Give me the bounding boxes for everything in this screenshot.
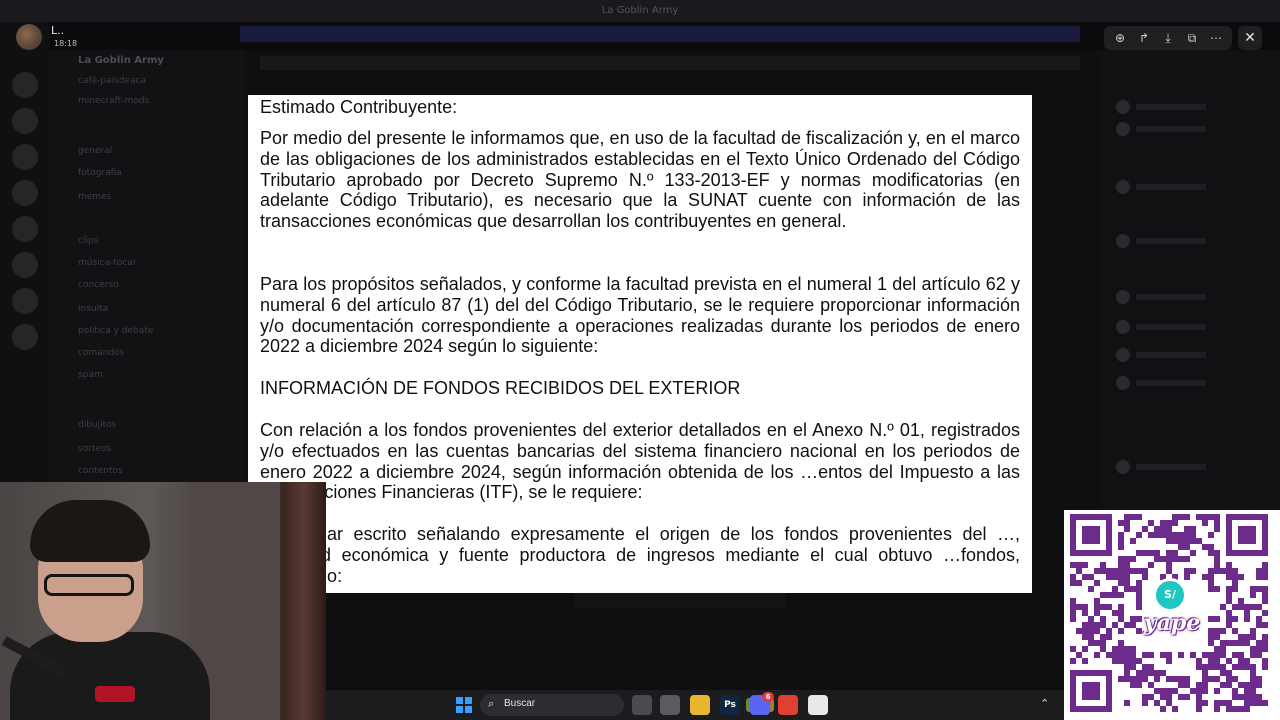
discord-icon[interactable]: 6 (750, 692, 774, 715)
server-icon[interactable] (12, 216, 38, 242)
document-paragraph: …orcionar escrito señalando expresamente… (260, 524, 1020, 586)
server-icon[interactable] (12, 72, 38, 98)
photoshop-icon[interactable]: Ps (720, 695, 740, 715)
channel-item[interactable]: memes (78, 192, 111, 206)
member-item[interactable] (1116, 456, 1236, 474)
document-image[interactable]: Estimado Contribuyente: Por medio del pr… (248, 95, 1032, 593)
server-icon[interactable] (12, 180, 38, 206)
image-viewer-header: L.. 18:18 ⊕ ↱ ⤓ ⧉ ⋯ ✕ (0, 20, 1280, 56)
channel-item[interactable]: comandos (78, 348, 124, 362)
server-name[interactable]: La Goblin Army (78, 55, 164, 66)
member-item[interactable] (1116, 176, 1236, 194)
document-heading: INFORMACIÓN DE FONDOS RECIBIDOS DEL EXTE… (260, 378, 741, 398)
taskbar: ⌕ Buscar Ps 6 ⌃ (326, 690, 1066, 720)
channel-item[interactable]: general (78, 146, 112, 160)
server-list[interactable] (0, 22, 50, 492)
yape-currency-badge: S/ (1153, 578, 1187, 612)
microphone (95, 686, 135, 702)
channel-item[interactable]: contentos (78, 466, 123, 480)
printer-app-icon[interactable] (660, 695, 680, 715)
yape-logo: S/ yape (1140, 570, 1202, 656)
channel-item[interactable]: clips (78, 236, 98, 250)
channel-item[interactable]: concerso (78, 280, 119, 294)
channel-item[interactable]: insulta (78, 304, 108, 318)
search-placeholder: Buscar (504, 698, 536, 709)
document-paragraph: Por medio del presente le informamos que… (260, 128, 1020, 232)
message-input[interactable] (575, 592, 785, 608)
qr-code: S/ yape (1064, 510, 1280, 720)
avatar[interactable] (16, 24, 42, 50)
webcam-curtain (282, 482, 326, 720)
channel-item[interactable]: música-tocar (78, 258, 137, 272)
server-icon[interactable] (12, 324, 38, 350)
server-icon[interactable] (12, 288, 38, 314)
open-external-icon[interactable]: ⧉ (1182, 28, 1202, 48)
server-icon[interactable] (12, 144, 38, 170)
download-icon[interactable]: ⤓ (1158, 28, 1178, 48)
channel-item[interactable]: dibujitos (78, 420, 116, 434)
document-paragraph: Para los propósitos señalados, y conform… (260, 274, 1020, 357)
window-titlebar: La Goblin Army (0, 0, 1280, 22)
channel-item[interactable]: fotografía (78, 168, 122, 182)
taskbar-search[interactable]: ⌕ Buscar (480, 694, 774, 716)
task-view-icon[interactable] (632, 695, 652, 715)
webcam-overlay (0, 482, 326, 720)
chrome-icon[interactable] (778, 695, 798, 715)
channel-item[interactable]: sorteos (78, 444, 111, 458)
tray-chevron-up-icon[interactable]: ⌃ (1040, 697, 1049, 710)
channel-item[interactable]: política y debate (78, 326, 153, 340)
zoom-in-icon[interactable]: ⊕ (1110, 28, 1130, 48)
channel-item[interactable]: minecraft-mods (78, 96, 149, 110)
document-greeting: Estimado Contribuyente: (260, 97, 458, 117)
discord-badge: 6 (762, 692, 774, 702)
server-icon[interactable] (12, 252, 38, 278)
channel-item[interactable]: café-paisdeaca (78, 76, 146, 90)
forward-icon[interactable]: ↱ (1134, 28, 1154, 48)
member-item[interactable] (1116, 372, 1236, 390)
screen: La Goblin Army café-paisdeaca minecraft-… (0, 0, 1280, 720)
channel-header (260, 56, 1080, 70)
app-icon[interactable] (808, 695, 828, 715)
member-item[interactable] (1116, 118, 1236, 136)
channel-sidebar: café-paisdeaca minecraft-mods general me… (50, 50, 245, 490)
windows-start-icon[interactable] (456, 697, 472, 713)
member-item[interactable] (1116, 230, 1236, 248)
file-explorer-icon[interactable] (690, 695, 710, 715)
search-icon: ⌕ (488, 697, 495, 710)
webcam-person-body (10, 632, 210, 720)
webcam-glasses (44, 574, 134, 596)
server-icon[interactable] (12, 108, 38, 134)
member-item[interactable] (1116, 286, 1236, 304)
member-item[interactable] (1116, 344, 1236, 362)
yape-brand-text: yape (1143, 610, 1201, 636)
close-button[interactable]: ✕ (1238, 26, 1262, 50)
uploader-name[interactable]: L.. (51, 24, 64, 37)
more-icon[interactable]: ⋯ (1206, 28, 1226, 48)
member-item[interactable] (1116, 96, 1236, 114)
document-paragraph: Con relación a los fondos provenientes d… (260, 420, 1020, 503)
member-item[interactable] (1116, 316, 1236, 334)
webcam-person-hair (30, 500, 150, 562)
channel-item[interactable]: spam (78, 370, 103, 384)
upload-time: 18:18 (54, 39, 78, 48)
viewer-toolbar: ⊕ ↱ ⤓ ⧉ ⋯ (1104, 26, 1232, 50)
